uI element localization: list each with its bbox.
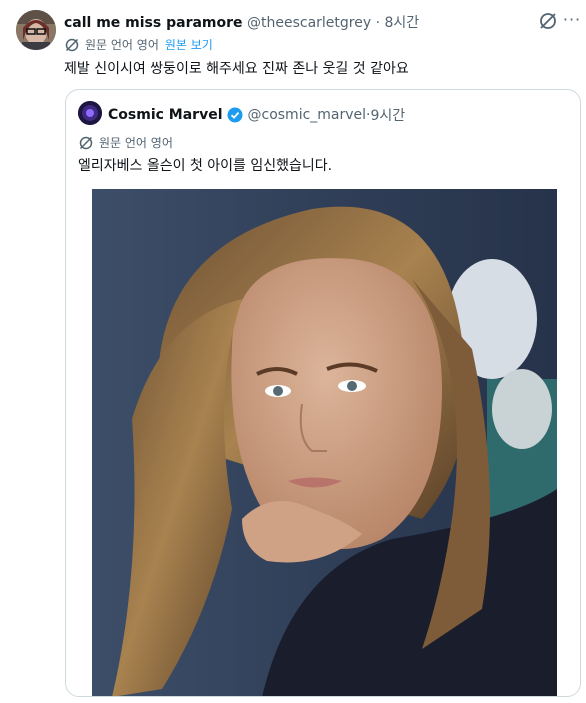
translate-icon bbox=[65, 38, 79, 51]
verified-icon bbox=[227, 107, 242, 123]
translation-note: 원문 언어 영어 원본 보기 bbox=[64, 36, 213, 53]
tweet-header: call me miss paramore @theescarletgrey ·… bbox=[64, 12, 419, 32]
show-original-link[interactable]: 원본 보기 bbox=[165, 36, 213, 53]
tweet-text: 제발 신이시여 쌍둥이로 해주세요 진짜 존나 웃길 것 같아요 bbox=[64, 61, 409, 77]
more-icon[interactable]: ··· bbox=[562, 11, 582, 31]
quoted-time[interactable]: 9시간 bbox=[371, 105, 406, 125]
separator-dot: · bbox=[375, 15, 381, 31]
quoted-translate-label: 원문 언어 영어 bbox=[99, 136, 173, 150]
display-name[interactable]: call me miss paramore bbox=[64, 15, 243, 31]
quoted-translation-note: 원문 언어 영어 bbox=[78, 134, 173, 151]
translate-label: 원문 언어 영어 bbox=[85, 38, 159, 52]
quoted-photo[interactable] bbox=[92, 189, 557, 696]
user-handle[interactable]: @theescarletgrey bbox=[247, 15, 371, 31]
quoted-header: Cosmic Marvel @cosmic_marvel · 9시간 bbox=[108, 105, 405, 125]
quoted-handle[interactable]: @cosmic_marvel bbox=[248, 107, 367, 123]
translate-icon bbox=[79, 136, 93, 149]
quoted-text: 엘리자베스 올슨이 첫 아이를 임신했습니다. bbox=[78, 158, 333, 174]
quoted-tweet[interactable]: Cosmic Marvel @cosmic_marvel · 9시간 원문 언어… bbox=[65, 89, 581, 697]
tweet-time[interactable]: 8시간 bbox=[384, 15, 419, 31]
quoted-display-name[interactable]: Cosmic Marvel bbox=[108, 107, 223, 123]
grok-icon[interactable] bbox=[538, 11, 558, 31]
user-avatar[interactable] bbox=[16, 10, 56, 50]
quoted-avatar[interactable] bbox=[78, 101, 102, 125]
